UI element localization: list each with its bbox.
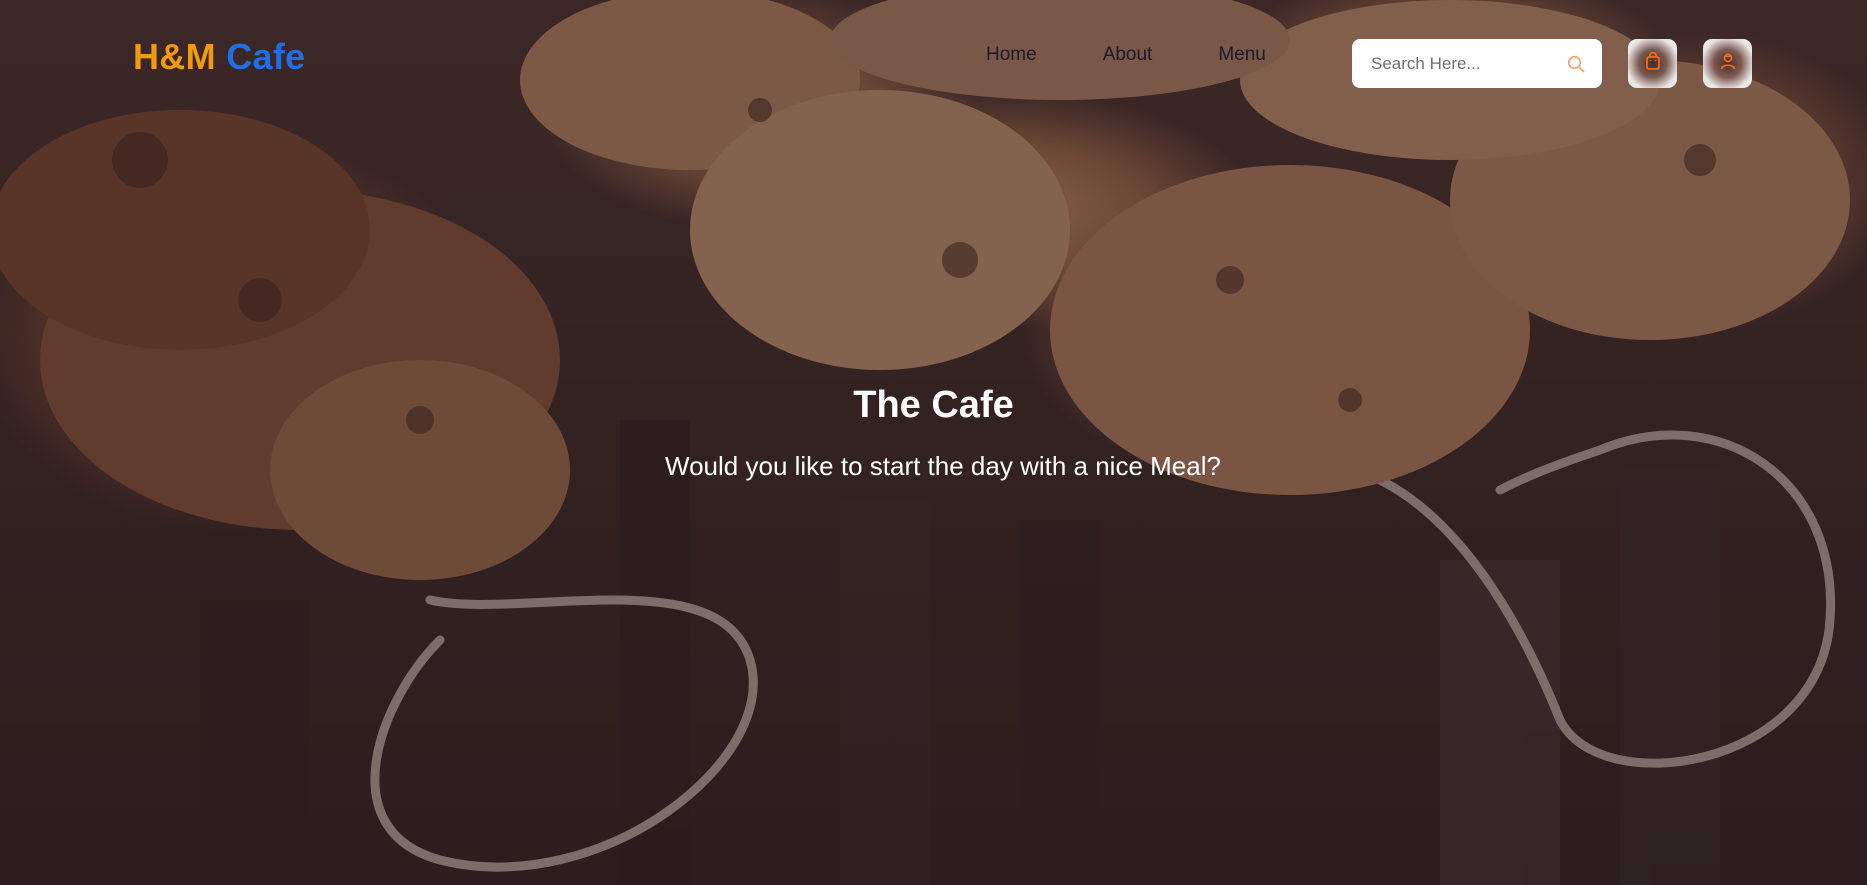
logo-part-1: H&M	[133, 36, 216, 77]
shopping-bag-icon	[1645, 51, 1661, 75]
search-box	[1352, 39, 1602, 88]
nav-about-link[interactable]: About	[1103, 44, 1153, 66]
search-input[interactable]	[1371, 53, 1566, 74]
hero-subtitle: Would you like to start the day with a n…	[665, 451, 1221, 481]
hero-overlay	[0, 0, 1867, 885]
search-icon[interactable]	[1566, 54, 1586, 74]
user-icon	[1719, 52, 1737, 75]
main-nav: Home About Menu	[986, 44, 1266, 66]
hero-title: The Cafe	[853, 384, 1014, 426]
logo-part-2: Cafe	[226, 36, 306, 77]
nav-home-link[interactable]: Home	[986, 44, 1037, 66]
user-account-button[interactable]	[1703, 39, 1752, 88]
site-logo[interactable]: H&M Cafe	[133, 36, 305, 78]
cart-button[interactable]	[1628, 39, 1677, 88]
nav-menu-link[interactable]: Menu	[1218, 44, 1266, 66]
